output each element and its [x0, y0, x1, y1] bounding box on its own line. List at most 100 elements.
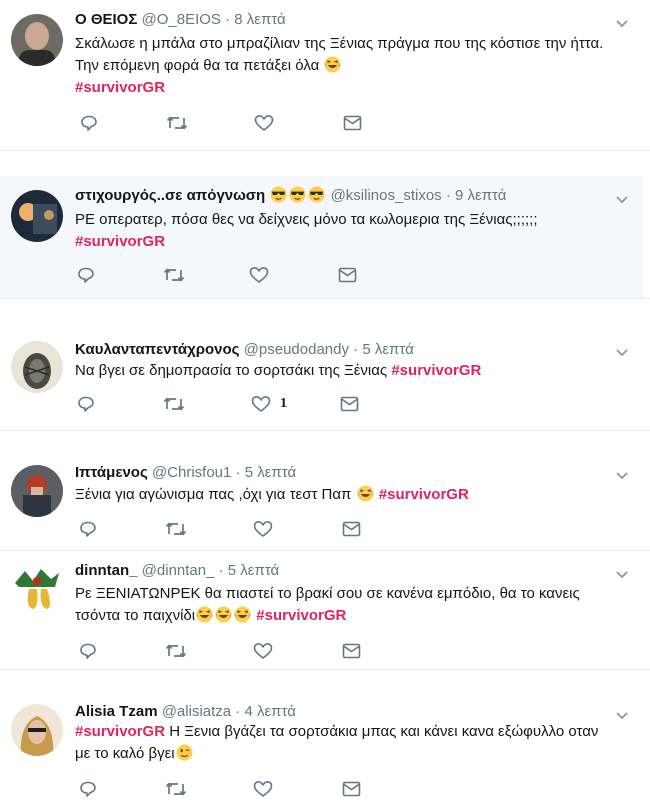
avatar[interactable]	[11, 563, 63, 615]
laughing-emoji	[234, 606, 251, 623]
tweet-header: στιχουργός..σε απόγνωση @ksilinos_stixos…	[75, 186, 506, 206]
reply-icon	[81, 115, 97, 131]
tweet-time[interactable]: 4 λεπτά	[244, 703, 295, 720]
tweet-card[interactable]: dinntan_ @dinntan_ · 5 λεπτά Ρε ΞΕΝΙΑΤΩΝ…	[0, 551, 643, 669]
tweet-text-line: Να βγει σε δημοπρασία το σορτσάκι της Ξέ…	[75, 362, 388, 379]
retweet-button[interactable]	[163, 394, 185, 414]
avatar[interactable]	[11, 341, 63, 393]
tweet-text-line: Την επόμενη φορά θα τα πετάξει όλα	[75, 57, 320, 74]
avatar[interactable]	[11, 704, 63, 756]
laughing-emoji	[196, 606, 213, 623]
tweet-card[interactable]: Alisia Tzam @alisiatza · 4 λεπτά #surviv…	[0, 694, 643, 798]
tweet-time[interactable]: 8 λεπτά	[234, 11, 285, 28]
dot-separator: ·	[235, 464, 241, 481]
chevron-down-icon[interactable]	[615, 567, 629, 581]
chevron-down-icon[interactable]	[615, 192, 629, 206]
direct-message-icon	[338, 267, 357, 283]
direct-message-button[interactable]	[342, 641, 361, 661]
author-name[interactable]: στιχουργός..σε απόγνωση	[75, 187, 265, 204]
like-icon	[249, 266, 269, 284]
like-icon	[254, 114, 274, 132]
reply-button[interactable]	[79, 519, 97, 539]
direct-message-button[interactable]	[343, 113, 362, 133]
hashtag-link[interactable]: #survivorGR	[75, 79, 165, 96]
author-handle[interactable]: @Chrisfou1	[152, 464, 231, 481]
chevron-down-icon[interactable]	[615, 468, 629, 482]
like-icon	[253, 780, 273, 798]
reply-button[interactable]	[80, 113, 98, 133]
tweet-text-line: Ρε ΞΕΝΙΑΤΩΝΡΕΚ θα πιαστεί το βρακί σου σ…	[75, 585, 580, 602]
retweet-button[interactable]	[163, 265, 185, 285]
retweet-button[interactable]	[165, 641, 187, 661]
reply-icon	[78, 267, 94, 283]
tweet-header: Καυλανταπεντάχρονος @pseudodandy · 5 λεπ…	[75, 340, 414, 360]
reply-icon	[80, 643, 96, 659]
divider	[0, 430, 650, 431]
direct-message-button[interactable]	[338, 265, 357, 285]
direct-message-button[interactable]	[340, 394, 359, 414]
tweet-text: Ρε ΞΕΝΙΑΤΩΝΡΕΚ θα πιαστεί το βρακί σου σ…	[75, 583, 635, 627]
avatar[interactable]	[11, 14, 63, 66]
like-button[interactable]: 1	[251, 394, 287, 414]
author-name[interactable]: Alisia Tzam	[75, 703, 158, 720]
reply-button[interactable]	[77, 394, 95, 414]
tweet-text-line: Την επόμενη φορά θα τα πετάξει όλα	[75, 55, 635, 77]
tweet-text-line: Η Ξενια βγάζει τα σορτσάκια μπας και κάν…	[169, 723, 599, 740]
like-button[interactable]	[253, 519, 282, 539]
like-button[interactable]	[253, 641, 282, 661]
tweet-card[interactable]: Ιπτάμενος @Chrisfou1 · 5 λεπτά Ξένια για…	[0, 455, 643, 550]
divider	[0, 669, 650, 670]
avatar[interactable]	[11, 465, 63, 517]
dot-separator: ·	[235, 703, 241, 720]
author-name[interactable]: dinntan_	[75, 562, 138, 579]
reply-button[interactable]	[79, 779, 97, 799]
retweet-button[interactable]	[166, 113, 188, 133]
hashtag-link[interactable]: #survivorGR	[75, 233, 165, 250]
reply-button[interactable]	[79, 641, 97, 661]
tweet-card[interactable]: Ο ΘΕΙΟΣ @O_8EIOS · 8 λεπτά Σκάλωσε η μπά…	[0, 0, 643, 150]
author-name[interactable]: Ο ΘΕΙΟΣ	[75, 11, 137, 28]
divider	[0, 298, 650, 299]
like-icon	[253, 642, 273, 660]
sunglasses-emoji-group	[269, 186, 330, 204]
like-icon	[253, 520, 273, 538]
hashtag-link[interactable]: #survivorGR	[256, 607, 346, 624]
like-button[interactable]	[254, 113, 283, 133]
dot-separator: ·	[218, 562, 224, 579]
author-name[interactable]: Καυλανταπεντάχρονος	[75, 341, 240, 358]
author-handle[interactable]: @alisiatza	[162, 703, 231, 720]
tweet-text-line: τσόντα το παιχνίδι	[75, 607, 196, 624]
author-handle[interactable]: @dinntan_	[142, 562, 215, 579]
tweet-time[interactable]: 5 λεπτά	[362, 341, 413, 358]
chevron-down-icon[interactable]	[615, 345, 629, 359]
hashtag-link[interactable]: #survivorGR	[391, 362, 481, 379]
author-handle[interactable]: @ksilinos_stixos	[331, 187, 442, 204]
retweet-icon	[165, 644, 187, 658]
hashtag-link[interactable]: #survivorGR	[75, 723, 165, 740]
laughing-emoji	[357, 485, 374, 502]
reply-button[interactable]	[77, 265, 95, 285]
chevron-down-icon[interactable]	[615, 16, 629, 30]
tweet-time[interactable]: 5 λεπτά	[245, 464, 296, 481]
tweet-time[interactable]: 9 λεπτά	[455, 187, 506, 204]
author-handle[interactable]: @pseudodandy	[244, 341, 349, 358]
like-button[interactable]	[253, 779, 282, 799]
reply-icon	[78, 396, 94, 412]
author-name[interactable]: Ιπτάμενος	[75, 464, 148, 481]
direct-message-button[interactable]	[342, 779, 361, 799]
avatar[interactable]	[11, 190, 63, 242]
chevron-down-icon[interactable]	[615, 708, 629, 722]
tweet-card[interactable]: Καυλανταπεντάχρονος @pseudodandy · 5 λεπ…	[0, 330, 643, 430]
direct-message-button[interactable]	[342, 519, 361, 539]
tweet-actions	[77, 519, 497, 541]
retweet-button[interactable]	[165, 779, 187, 799]
tweet-text: #survivorGR Η Ξενια βγάζει τα σορτσάκια …	[75, 721, 635, 765]
hashtag-link[interactable]: #survivorGR	[379, 486, 469, 503]
sunglasses-emoji	[270, 186, 287, 203]
sunglasses-emoji	[289, 186, 306, 203]
retweet-button[interactable]	[165, 519, 187, 539]
author-handle[interactable]: @O_8EIOS	[142, 11, 221, 28]
tweet-time[interactable]: 5 λεπτά	[228, 562, 279, 579]
tweet-card[interactable]: στιχουργός..σε απόγνωση @ksilinos_stixos…	[0, 176, 643, 298]
like-button[interactable]	[249, 265, 278, 285]
